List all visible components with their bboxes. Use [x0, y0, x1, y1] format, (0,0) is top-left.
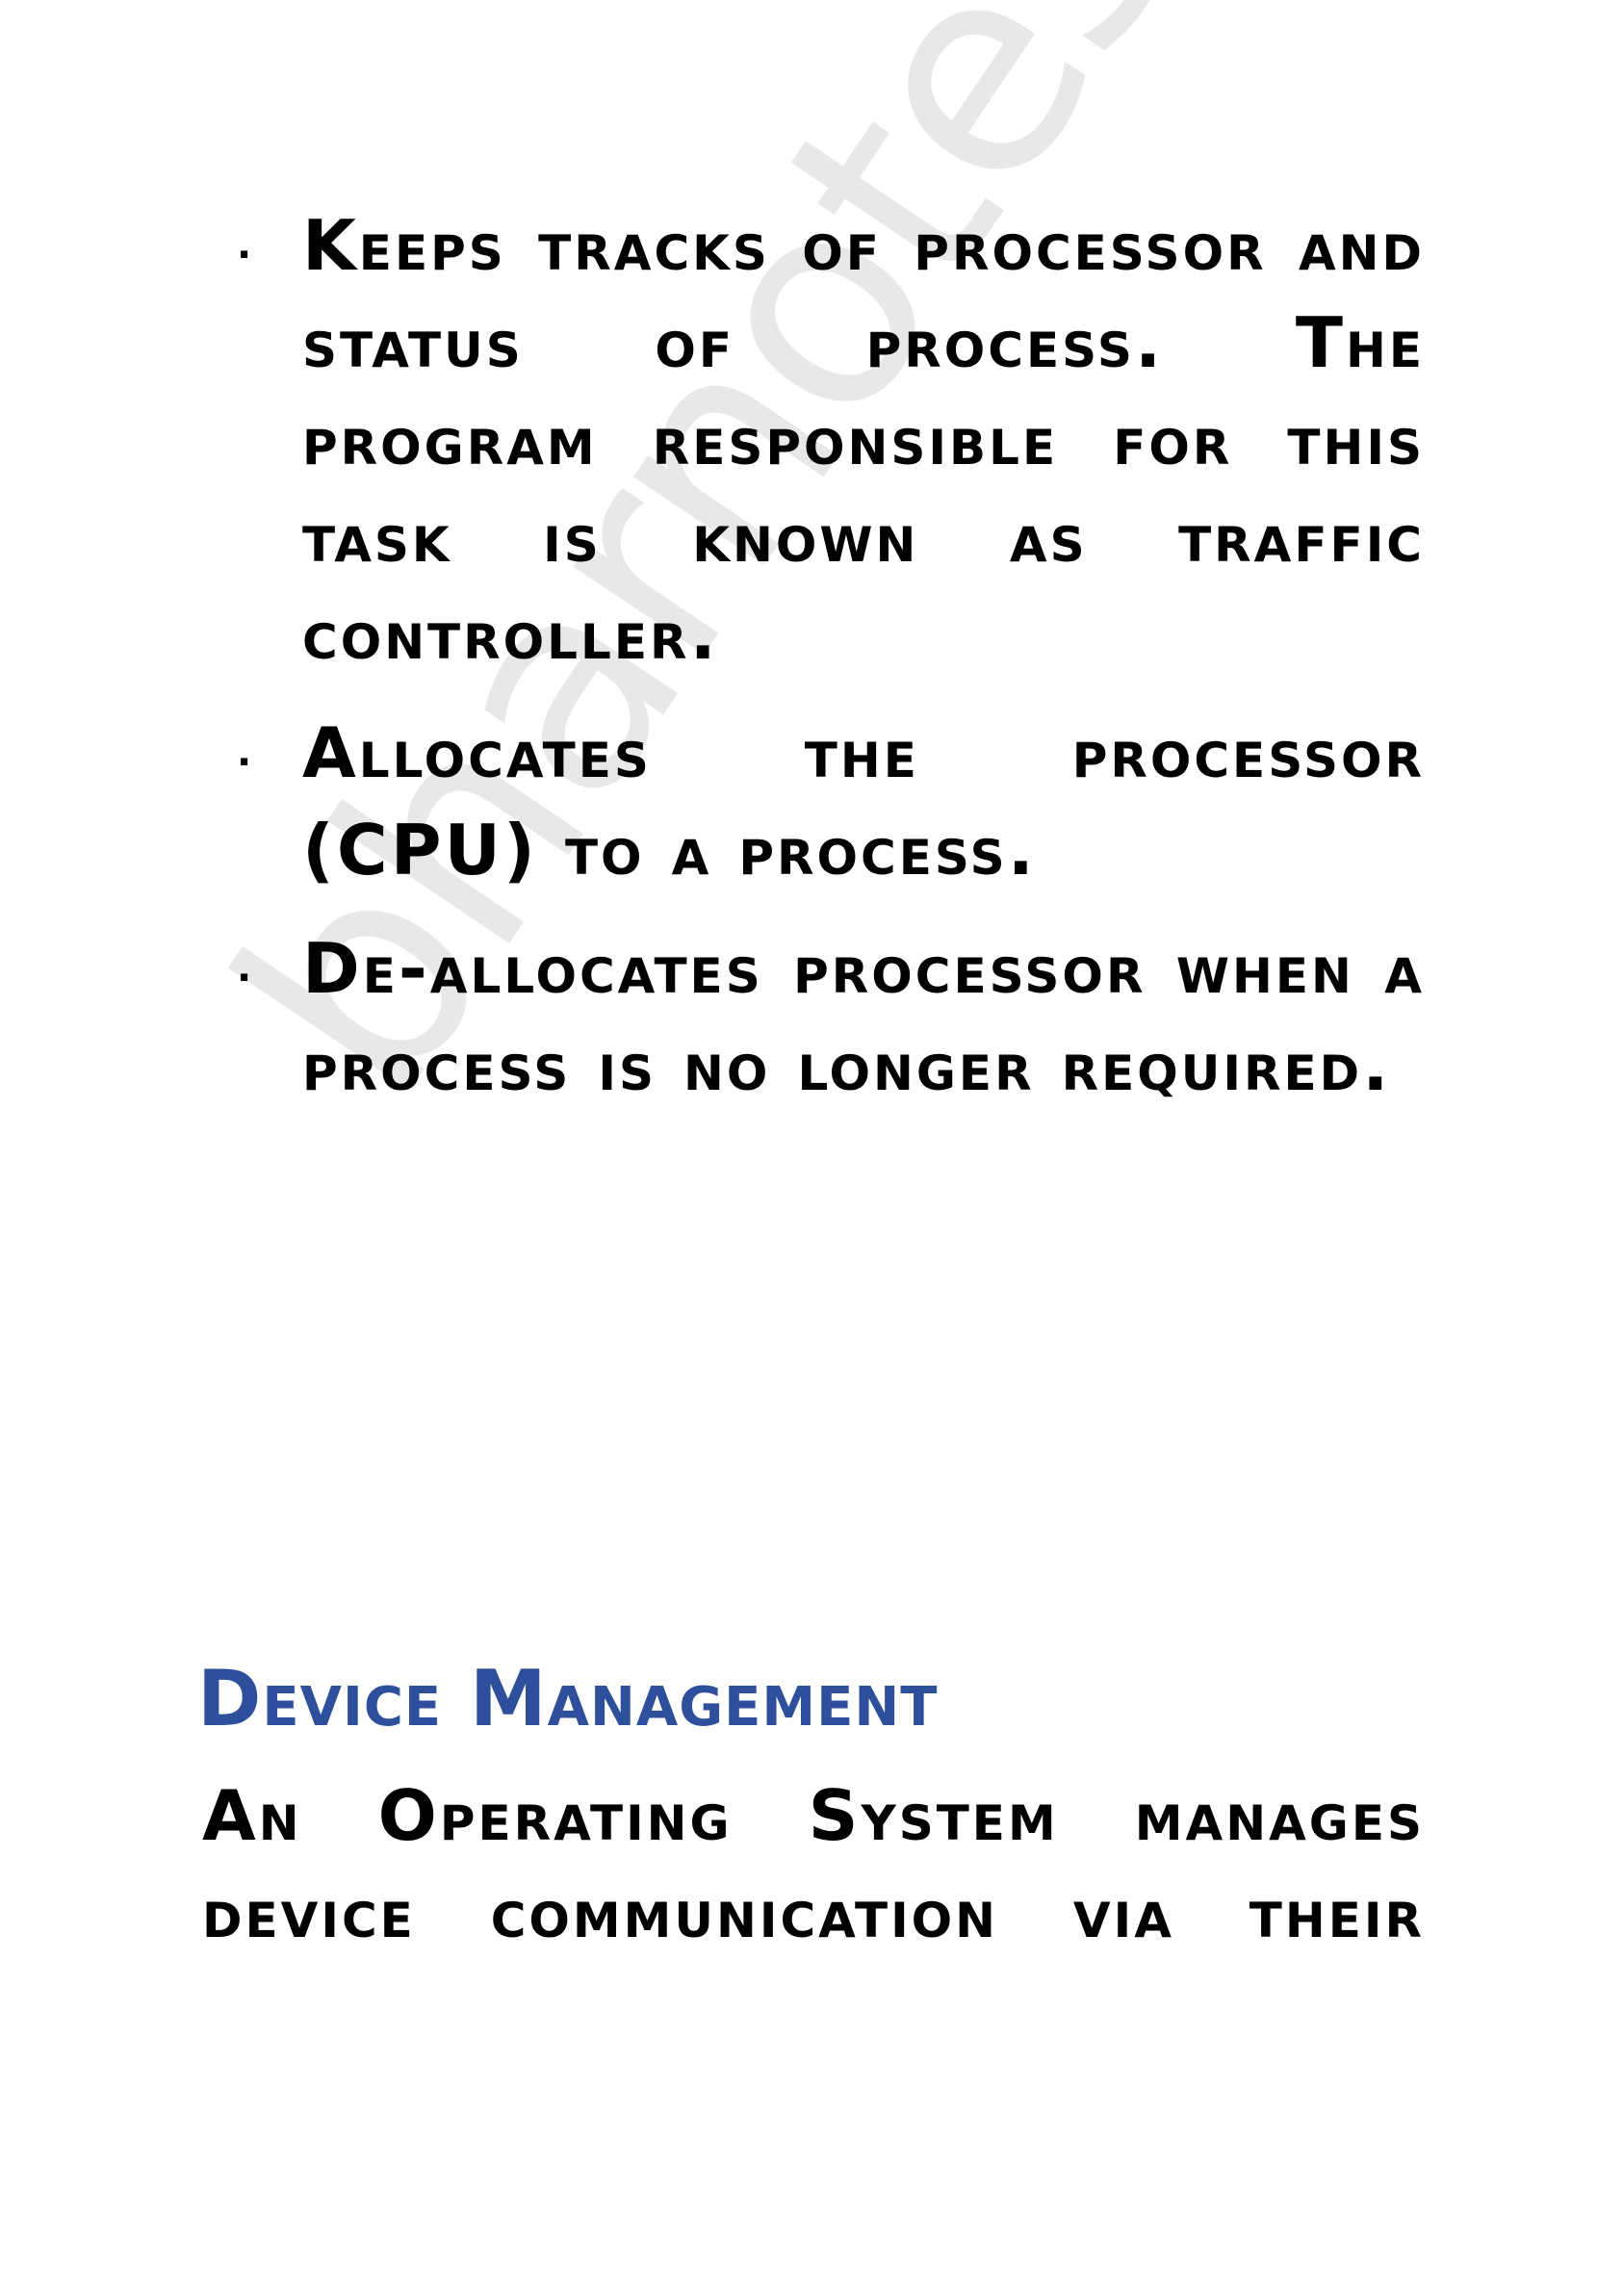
- bullet-list: . Keeps tracks of processor and status o…: [237, 197, 1425, 1136]
- list-item-text: Allocates the processor (CPU) to a proce…: [302, 705, 1425, 899]
- body-paragraph: An Operating System manages device commu…: [202, 1775, 1425, 1953]
- list-item: . De-allocates processor when a process …: [237, 920, 1425, 1115]
- bullet-dot: .: [237, 946, 252, 991]
- section-heading: Device Management: [197, 1654, 939, 1743]
- bullet-dot: .: [237, 223, 252, 268]
- list-item-lead: De-allocates: [302, 928, 763, 1009]
- list-item: . Allocates the processor (CPU) to a pro…: [237, 705, 1425, 899]
- list-item-text: De-allocates processor when a process is…: [302, 920, 1425, 1115]
- list-item-lead: Keeps: [302, 205, 506, 286]
- list-item-text: Keeps tracks of processor and status of …: [302, 197, 1425, 684]
- bullet-dot: .: [237, 731, 252, 775]
- list-item: . Keeps tracks of processor and status o…: [237, 197, 1425, 684]
- list-item-lead: Allocates: [302, 712, 652, 793]
